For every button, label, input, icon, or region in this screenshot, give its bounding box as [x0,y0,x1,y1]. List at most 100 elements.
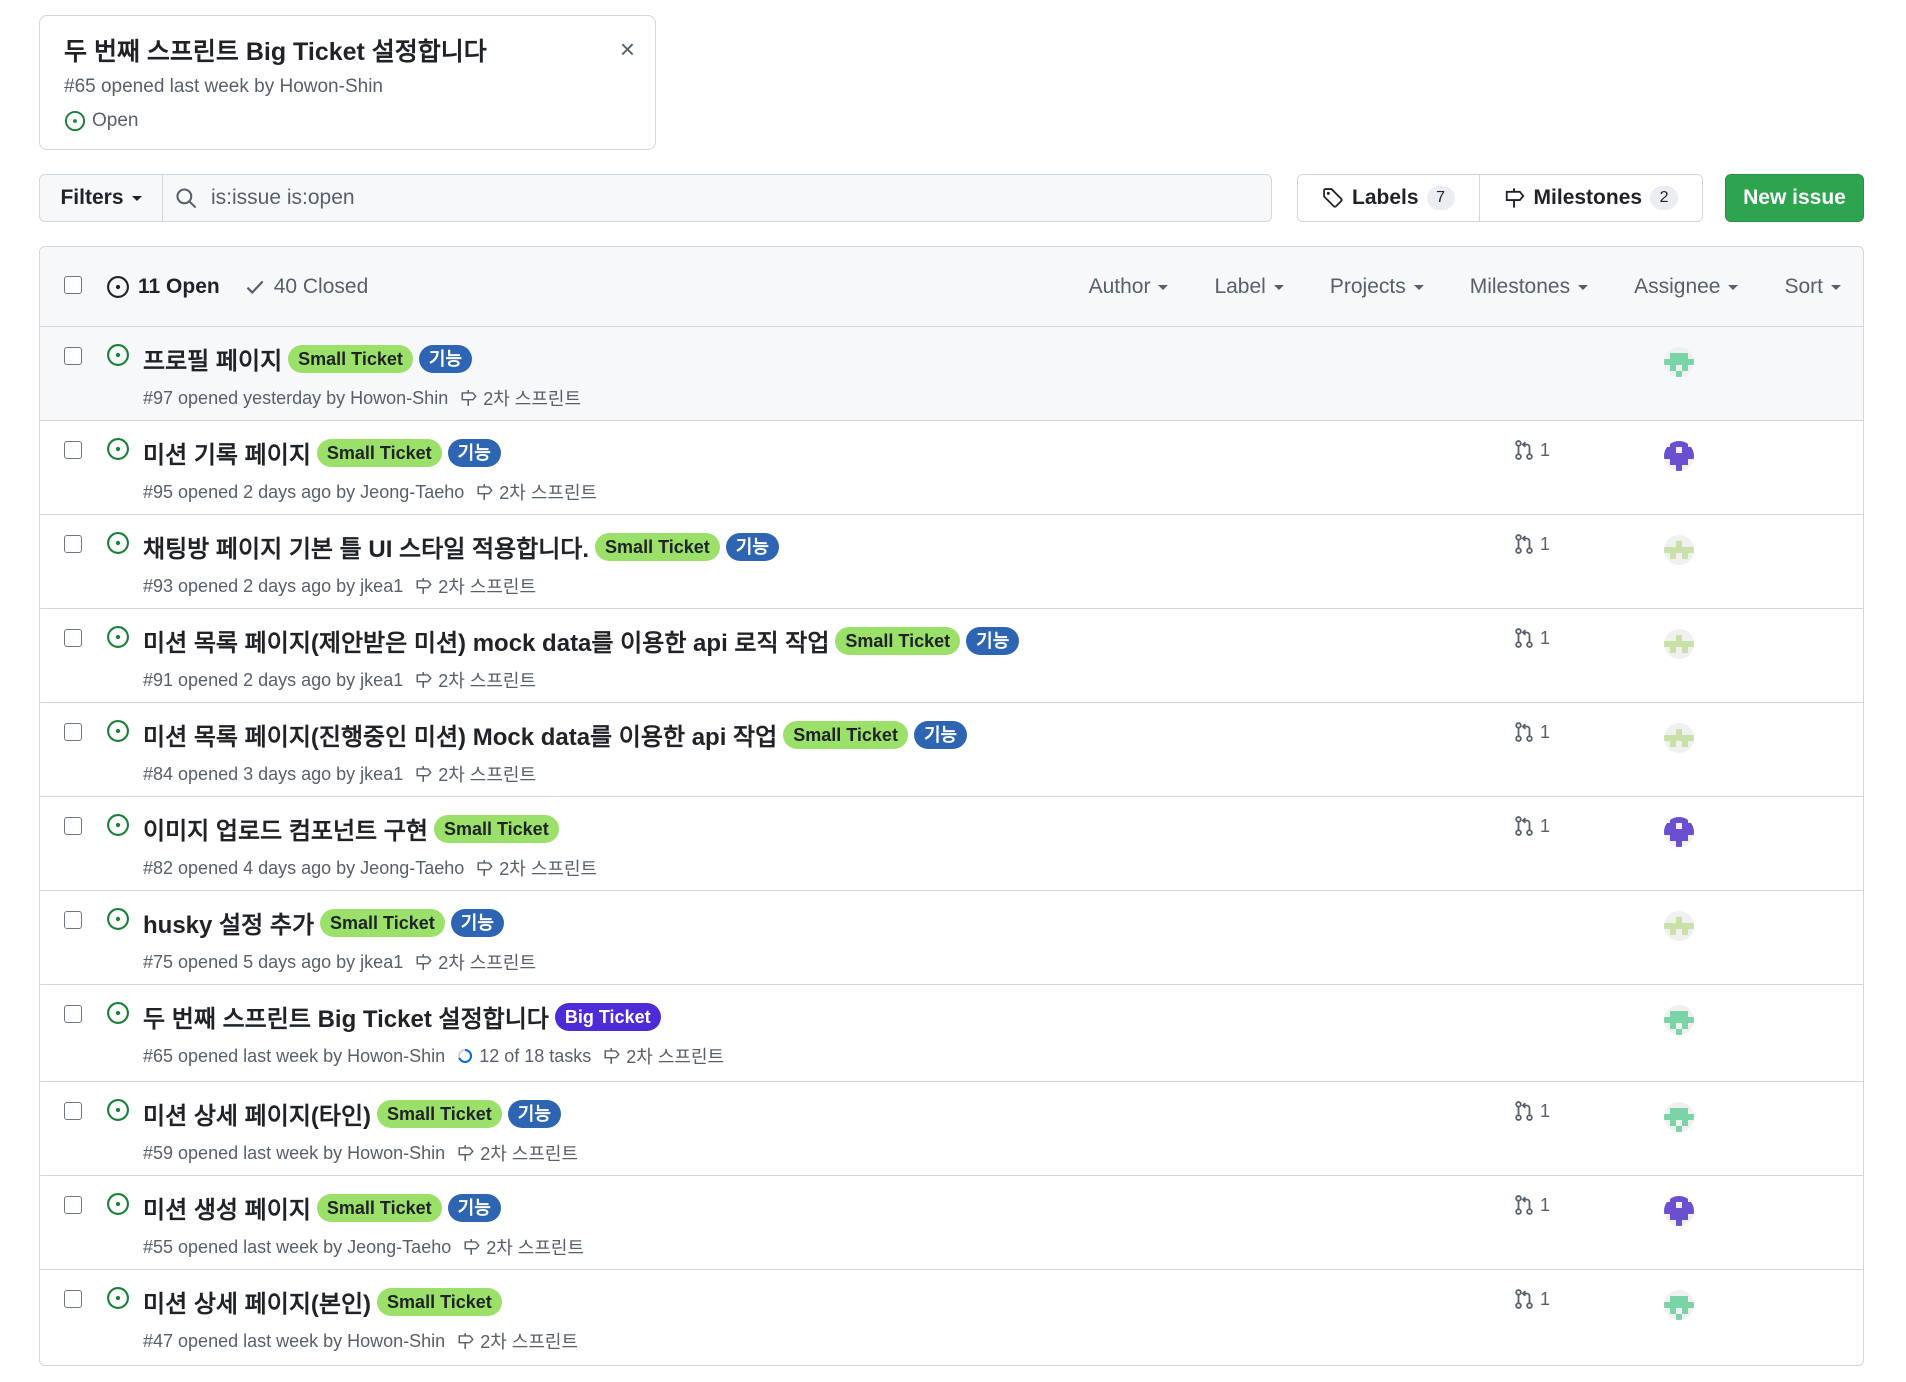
issue-row[interactable]: 미션 목록 페이지(진행중인 미션) Mock data를 이용한 api 작업… [40,703,1863,797]
projects-filter[interactable]: Projects [1330,275,1424,299]
label-small-ticket[interactable]: Small Ticket [316,1193,442,1222]
label-big-ticket[interactable]: Big Ticket [554,1002,661,1031]
search-input[interactable] [211,186,1211,210]
label-small-ticket[interactable]: Small Ticket [288,344,413,373]
issue-title[interactable]: husky 설정 추가 [143,905,314,940]
label-feature[interactable]: 기능 [450,908,504,937]
label-feature[interactable]: 기능 [447,438,501,467]
label-feature[interactable]: 기능 [507,1099,561,1128]
assignee-avatar[interactable] [1664,1102,1694,1132]
issue-title[interactable]: 미션 상세 페이지(본인) [143,1284,371,1319]
issue-checkbox[interactable] [64,535,82,553]
issue-row[interactable]: husky 설정 추가 Small Ticket 기능 #75 opened 5 … [40,891,1863,985]
issue-checkbox[interactable] [64,1290,82,1308]
issue-milestone[interactable]: 2차 스프린트 [463,1234,584,1260]
issue-title[interactable]: 미션 상세 페이지(타인) [143,1096,371,1131]
issue-checkbox[interactable] [64,629,82,647]
issue-milestone[interactable]: 2차 스프린트 [415,761,536,787]
issue-milestone[interactable]: 2차 스프린트 [457,1328,578,1354]
issue-checkbox[interactable] [64,817,82,835]
issue-checkbox[interactable] [64,441,82,459]
sort-dropdown[interactable]: Sort [1784,275,1841,299]
select-all-checkbox[interactable] [64,276,82,294]
issue-milestone[interactable]: 2차 스프린트 [415,667,536,693]
linked-pull-request[interactable]: 1 [1513,721,1550,743]
issue-title[interactable]: 프로필 페이지 [143,341,282,376]
assignee-avatar[interactable] [1664,911,1694,941]
issue-row[interactable]: 프로필 페이지 Small Ticket 기능 #97 opened yester… [40,327,1863,421]
labels-button[interactable]: Labels 7 [1298,175,1479,221]
linked-pull-request[interactable]: 1 [1513,533,1550,555]
label-feature[interactable]: 기능 [966,626,1020,655]
issue-title[interactable]: 미션 목록 페이지(제안받은 미션) mock data를 이용한 api 로직… [143,623,829,658]
label-feature[interactable]: 기능 [418,344,473,373]
label-small-ticket[interactable]: Small Ticket [433,814,559,843]
label-small-ticket[interactable]: Small Ticket [316,438,442,467]
linked-pull-request[interactable]: 1 [1513,1288,1550,1310]
issue-title[interactable]: 미션 생성 페이지 [143,1190,311,1225]
issue-row[interactable]: 이미지 업로드 컴포넌트 구현 Small Ticket #82 opened … [40,797,1863,891]
issue-checkbox[interactable] [64,347,82,365]
assignee-avatar[interactable] [1664,629,1694,659]
issue-milestone[interactable]: 2차 스프린트 [476,479,597,505]
label-filter[interactable]: Label [1214,275,1284,299]
open-issues-link[interactable]: 11 Open [106,275,220,299]
milestones-filter[interactable]: Milestones [1470,275,1589,299]
label-small-ticket[interactable]: Small Ticket [377,1099,502,1128]
label-small-ticket[interactable]: Small Ticket [783,720,908,749]
linked-pull-request[interactable]: 1 [1513,1194,1550,1216]
assignee-avatar[interactable] [1664,1290,1694,1320]
issue-title[interactable]: 미션 기록 페이지 [143,435,311,470]
milestones-label: Milestones [1533,186,1643,209]
issue-row[interactable]: 채팅방 페이지 기본 틀 UI 스타일 적용합니다. Small Ticket 기… [40,515,1863,609]
new-issue-button[interactable]: New issue [1725,174,1864,222]
issue-milestone[interactable]: 2차 스프린트 [415,573,536,599]
label-feature[interactable]: 기능 [447,1193,501,1222]
issue-checkbox[interactable] [64,1196,82,1214]
issue-title[interactable]: 두 번째 스프린트 Big Ticket 설정합니다 [143,999,549,1034]
issue-row[interactable]: 미션 기록 페이지 Small Ticket 기능 #95 opened 2 da… [40,421,1863,515]
assignee-filter[interactable]: Assignee [1634,275,1739,299]
hovercard-title[interactable]: 두 번째 스프린트 Big Ticket 설정합니다 [64,32,487,68]
issue-row[interactable]: 미션 상세 페이지(본인) Small Ticket #47 opened la… [40,1270,1863,1364]
issue-title[interactable]: 채팅방 페이지 기본 틀 UI 스타일 적용합니다. [143,529,589,564]
issue-checkbox[interactable] [64,911,82,929]
issue-title[interactable]: 이미지 업로드 컴포넌트 구현 [143,811,428,846]
issue-milestone[interactable]: 2차 스프린트 [460,385,581,411]
issue-milestone[interactable]: 2차 스프린트 [476,855,597,881]
close-icon[interactable]: × [620,36,635,62]
issue-checkbox[interactable] [64,723,82,741]
linked-pull-request[interactable]: 1 [1513,815,1550,837]
assignee-avatar[interactable] [1664,347,1694,377]
label-small-ticket[interactable]: Small Ticket [377,1287,502,1316]
issue-checkbox[interactable] [64,1005,82,1023]
label-small-ticket[interactable]: Small Ticket [595,532,720,561]
filters-button[interactable]: Filters [39,174,162,222]
linked-pull-request[interactable]: 1 [1513,627,1550,649]
assignee-avatar[interactable] [1664,723,1694,753]
assignee-avatar[interactable] [1664,817,1694,847]
linked-pull-request[interactable]: 1 [1513,1100,1550,1122]
issue-row[interactable]: 미션 목록 페이지(제안받은 미션) mock data를 이용한 api 로직… [40,609,1863,703]
label-small-ticket[interactable]: Small Ticket [835,626,961,655]
label-small-ticket[interactable]: Small Ticket [320,908,445,937]
issue-milestone[interactable]: 2차 스프린트 [415,949,536,975]
issue-row[interactable]: 미션 상세 페이지(타인) Small Ticket 기능 #59 opened … [40,1082,1863,1176]
issue-milestone[interactable]: 2차 스프린트 [603,1043,724,1069]
assignee-avatar[interactable] [1664,535,1694,565]
issue-row[interactable]: 두 번째 스프린트 Big Ticket 설정합니다 Big Ticket #6… [40,985,1863,1082]
assignee-avatar[interactable] [1664,1196,1694,1226]
label-feature[interactable]: 기능 [725,532,779,561]
milestones-button[interactable]: Milestones 2 [1478,175,1703,221]
assignee-avatar[interactable] [1664,1005,1694,1035]
issue-checkbox[interactable] [64,1102,82,1120]
label-feature[interactable]: 기능 [913,720,968,749]
assignee-avatar[interactable] [1664,441,1694,471]
issue-row[interactable]: 미션 생성 페이지 Small Ticket 기능 #55 opened last… [40,1176,1863,1270]
search-box[interactable] [162,174,1272,222]
issue-title[interactable]: 미션 목록 페이지(진행중인 미션) Mock data를 이용한 api 작업 [143,717,777,752]
author-filter[interactable]: Author [1089,275,1169,299]
linked-pull-request[interactable]: 1 [1513,439,1550,461]
issue-milestone[interactable]: 2차 스프린트 [457,1140,578,1166]
closed-issues-link[interactable]: 40 Closed [244,275,368,299]
